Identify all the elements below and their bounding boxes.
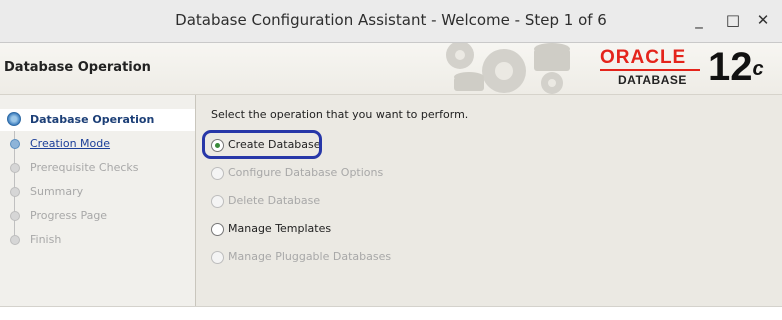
maximize-button[interactable]: □ [722,9,744,31]
minimize-button[interactable]: _ [688,9,710,31]
window-title: Database Configuration Assistant - Welco… [175,11,607,29]
radio-icon [211,195,224,208]
oracle-underline [600,69,700,71]
option-label: Manage Templates [228,222,332,235]
step-progress-page: Progress Page [0,205,195,227]
step-dot-icon [10,211,20,221]
option-label: Manage Pluggable Databases [228,250,392,263]
steps-sidebar: Database Operation Creation Mode Prerequ… [0,95,196,306]
gears-decoration-icon [446,43,570,94]
database-product-text: DATABASE [618,73,687,87]
radio-icon [211,251,224,264]
version-text: 12c [708,45,764,89]
operation-panel: Select the operation that you want to pe… [196,95,782,306]
step-prerequisite-checks: Prerequisite Checks [0,157,195,179]
step-creation-mode[interactable]: Creation Mode [0,133,195,155]
step-finish: Finish [0,229,195,251]
step-label: Summary [30,185,84,198]
step-label: Prerequisite Checks [30,161,139,174]
oracle-database-12c-logo: ORACLE DATABASE 12c [598,45,780,93]
step-label: Database Operation [30,113,155,126]
page-header: Database Operation ORACLE DATABASE 12c [0,43,782,95]
current-step-icon [7,112,21,126]
oracle-brand-text: ORACLE [600,47,687,68]
operation-prompt: Select the operation that you want to pe… [211,108,469,121]
step-label: Finish [30,233,62,246]
close-button[interactable]: ✕ [752,9,774,31]
step-database-operation[interactable]: Database Operation [0,109,195,131]
option-label: Configure Database Options [228,166,384,179]
step-summary: Summary [0,181,195,203]
selection-highlight-outline [202,130,322,159]
step-label: Creation Mode [30,137,111,150]
option-label: Delete Database [228,194,321,207]
window-titlebar: Database Configuration Assistant - Welco… [0,0,782,43]
step-label: Progress Page [30,209,108,222]
step-dot-icon [10,187,20,197]
radio-icon [211,167,224,180]
step-dot-icon [10,139,20,149]
step-dot-icon [10,163,20,173]
radio-icon[interactable] [211,223,224,236]
step-dot-icon [10,235,20,245]
page-title: Database Operation [4,60,151,75]
bottom-button-bar [0,306,782,320]
